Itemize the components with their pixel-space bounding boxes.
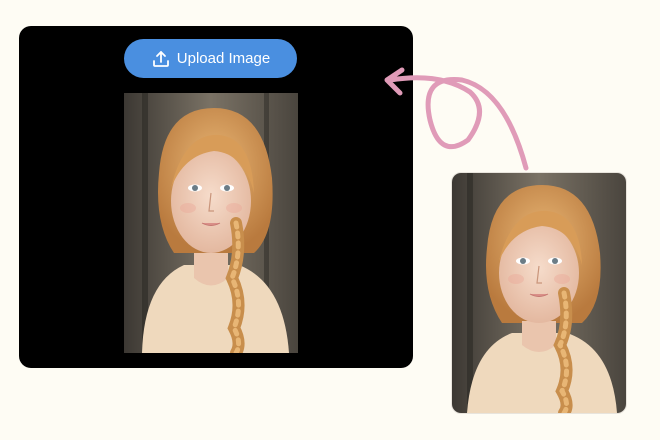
upload-button-label: Upload Image [176, 50, 271, 67]
upload-image-button[interactable]: Upload Image [124, 39, 297, 78]
upload-icon [151, 49, 171, 69]
thumbnail-portrait-image[interactable] [451, 172, 627, 414]
main-portrait-image [124, 93, 298, 353]
image-panel: Upload Image [19, 26, 413, 368]
